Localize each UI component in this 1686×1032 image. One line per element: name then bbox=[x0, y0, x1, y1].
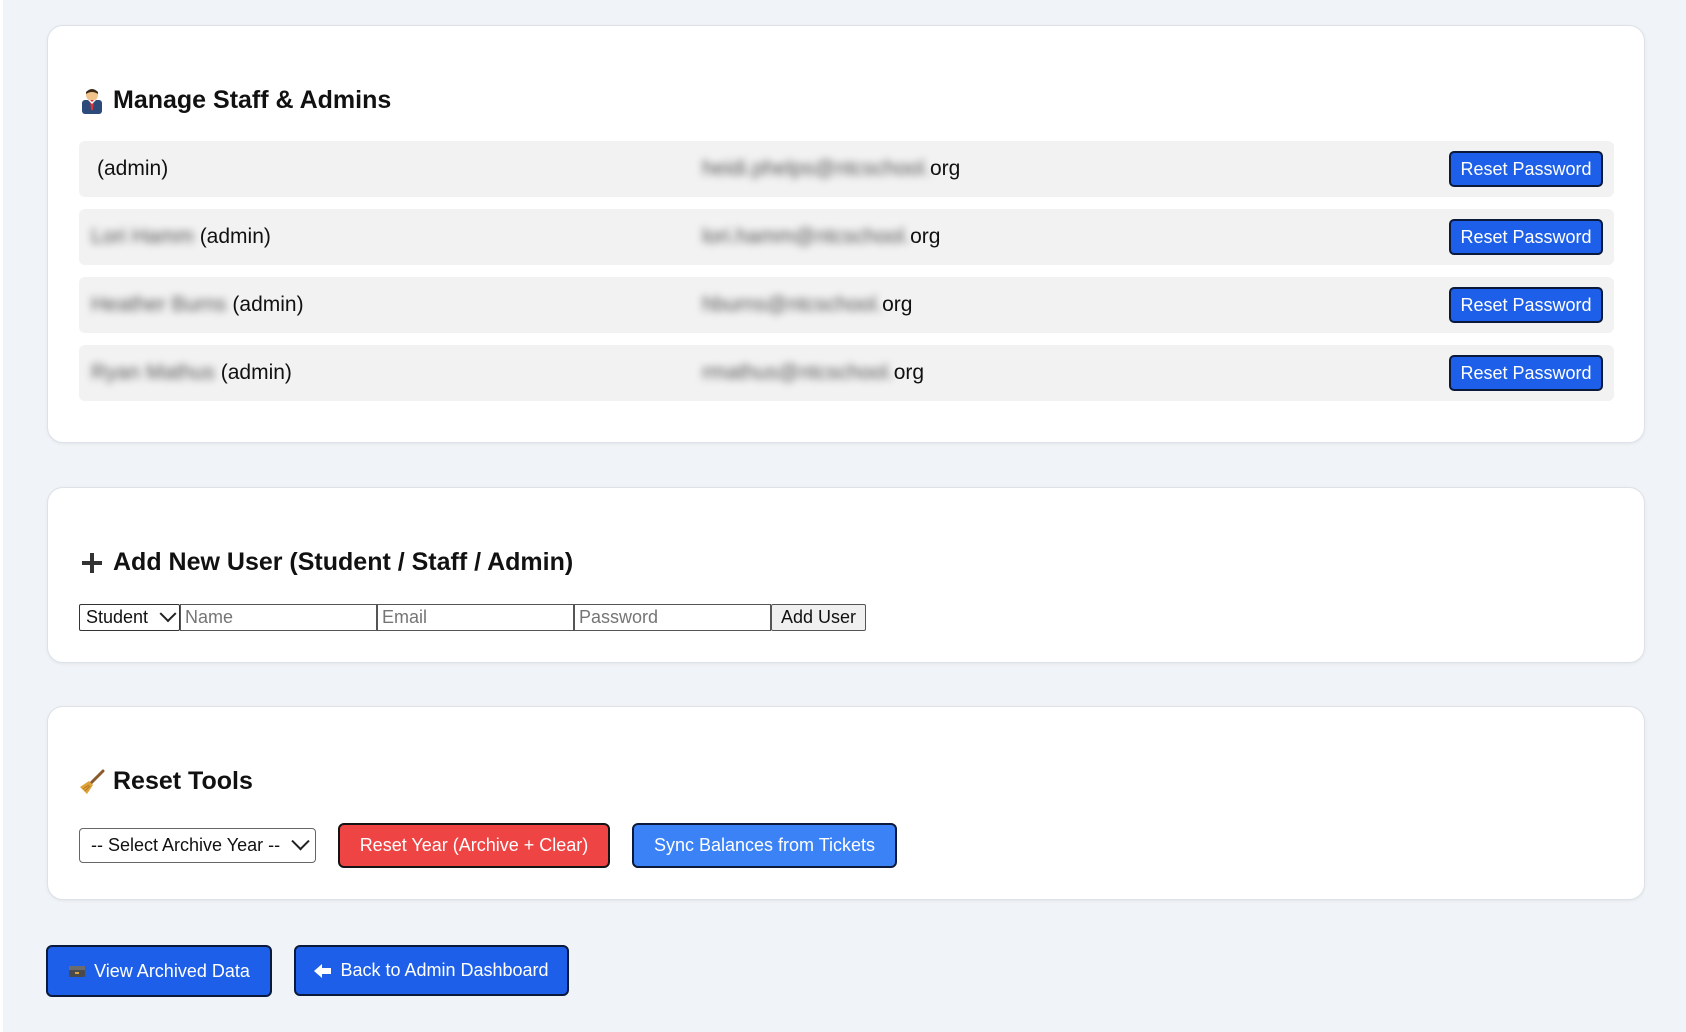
staff-row: (admin) heidi.phelps@ ntcschool. org Reset… bbox=[79, 141, 1614, 197]
view-archived-data-button[interactable]: View Archived Data bbox=[46, 945, 272, 997]
staff-email-domain: ntcschool. bbox=[787, 293, 883, 316]
back-to-dashboard-label: Back to Admin Dashboard bbox=[340, 960, 549, 980]
staff-role: (admin) bbox=[220, 361, 292, 384]
add-user-button[interactable]: Add User bbox=[771, 604, 866, 631]
chevron-down-icon bbox=[291, 832, 310, 851]
staff-email-tld: org bbox=[893, 361, 925, 384]
archive-year-select[interactable]: -- Select Archive Year -- bbox=[79, 828, 316, 863]
left-edge-strip bbox=[0, 0, 3, 1032]
staff-email-tld: org bbox=[929, 157, 961, 180]
staff-email-user: heidi.phelps@ bbox=[702, 157, 836, 180]
manage-staff-title-text: Manage Staff & Admins bbox=[113, 86, 392, 114]
admin-manage-page: Manage Staff & Admins (admin) heidi.phel… bbox=[0, 0, 1686, 1032]
staff-email-tld: org bbox=[910, 225, 941, 248]
staff-email-domain: ntcschool. bbox=[799, 361, 894, 384]
card-file-box-icon bbox=[68, 964, 86, 978]
staff-role: (admin) bbox=[199, 225, 271, 248]
manage-staff-title: Manage Staff & Admins bbox=[79, 86, 391, 115]
staff-email-user: hburns@ bbox=[702, 293, 788, 316]
password-input[interactable] bbox=[574, 604, 771, 631]
reset-tools-card: Reset Tools -- Select Archive Year -- Re… bbox=[47, 706, 1645, 900]
staff-email: rmathus@ ntcschool. org bbox=[702, 345, 924, 401]
reset-password-button[interactable]: Reset Password bbox=[1449, 219, 1603, 255]
reset-year-button[interactable]: Reset Year (Archive + Clear) bbox=[338, 823, 610, 868]
staff-role: (admin) bbox=[232, 293, 304, 316]
add-user-title: Add New User (Student / Staff / Admin) bbox=[79, 548, 573, 577]
staff-email: lori.hamm@ ntcschool. org bbox=[702, 209, 940, 265]
staff-name: Lori Hamm bbox=[91, 225, 194, 248]
name-input[interactable] bbox=[180, 604, 377, 631]
staff-email-domain: ntcschool. bbox=[815, 225, 911, 248]
staff-email-user: lori.hamm@ bbox=[702, 225, 816, 248]
archive-year-select-value: -- Select Archive Year -- bbox=[91, 835, 281, 855]
staff-name: Ryan Mathus bbox=[91, 361, 215, 384]
staff-row: Lori Hamm (admin) lori.hamm@ ntcschool. or… bbox=[79, 209, 1614, 265]
reset-password-button[interactable]: Reset Password bbox=[1449, 355, 1603, 391]
view-archived-data-label: View Archived Data bbox=[94, 960, 250, 981]
reset-password-button[interactable]: Reset Password bbox=[1449, 287, 1603, 323]
staff-email: hburns@ ntcschool. org bbox=[702, 277, 912, 333]
manage-staff-card: Manage Staff & Admins (admin) heidi.phel… bbox=[47, 25, 1645, 443]
role-select[interactable]: Student bbox=[79, 604, 180, 631]
add-user-form: Student Add User bbox=[79, 604, 866, 631]
staff-row: Heather Burns (admin) hburns@ ntcschool. o… bbox=[79, 277, 1614, 333]
back-to-dashboard-button[interactable]: Back to Admin Dashboard bbox=[294, 945, 569, 996]
staff-email-user: rmathus@ bbox=[702, 361, 800, 384]
reset-controls: -- Select Archive Year -- Reset Year (Ar… bbox=[79, 823, 897, 868]
reset-password-button[interactable]: Reset Password bbox=[1449, 151, 1603, 187]
add-user-card: Add New User (Student / Staff / Admin) S… bbox=[47, 487, 1645, 663]
staff-row: Ryan Mathus (admin) rmathus@ ntcschool. or… bbox=[79, 345, 1614, 401]
staff-role: (admin) bbox=[97, 157, 169, 180]
role-select-value: Student bbox=[86, 607, 149, 627]
reset-tools-title-text: Reset Tools bbox=[113, 767, 253, 795]
email-input[interactable] bbox=[377, 604, 574, 631]
staff-name: Heather Burns bbox=[91, 293, 227, 316]
plus-icon bbox=[79, 550, 105, 576]
staff-email-tld: org bbox=[882, 293, 913, 316]
staff-list: (admin) heidi.phelps@ ntcschool. org Reset… bbox=[79, 141, 1614, 413]
staff-name-cell: Heather Burns (admin) bbox=[91, 277, 304, 333]
add-user-title-text: Add New User (Student / Staff / Admin) bbox=[113, 548, 574, 576]
staff-email: heidi.phelps@ ntcschool. org bbox=[702, 141, 960, 197]
staff-name-cell: (admin) bbox=[91, 141, 168, 197]
staff-name-cell: Ryan Mathus (admin) bbox=[91, 345, 292, 401]
reset-tools-title: Reset Tools bbox=[79, 767, 253, 796]
staff-name-cell: Lori Hamm (admin) bbox=[91, 209, 271, 265]
staff-email-domain: ntcschool. bbox=[835, 157, 930, 180]
sync-balances-button[interactable]: Sync Balances from Tickets bbox=[632, 823, 897, 868]
chevron-down-icon bbox=[159, 604, 177, 622]
broom-icon bbox=[79, 769, 105, 795]
office-worker-icon bbox=[79, 88, 105, 114]
left-arrow-icon bbox=[314, 963, 332, 978]
